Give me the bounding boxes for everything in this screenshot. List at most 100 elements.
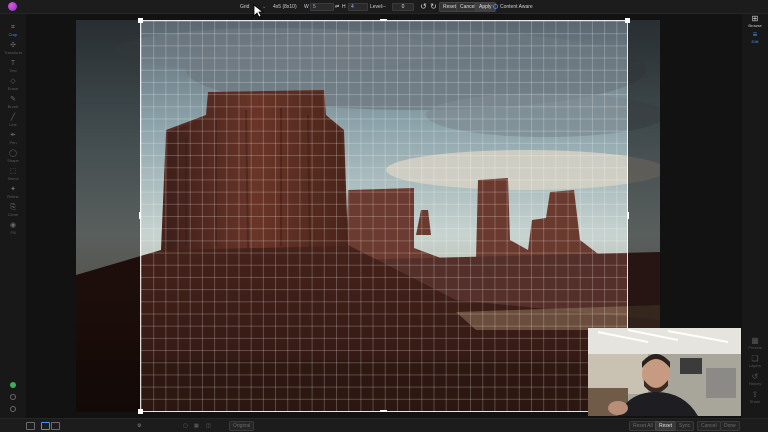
nav-edit-label: Edit [751, 39, 759, 44]
crop-handle-right[interactable] [627, 212, 629, 219]
aspect-ratio-dropdown[interactable]: 4x5 (8x10) [273, 3, 297, 11]
shape-icon: ◯ [9, 150, 17, 157]
rotate-right-icon[interactable]: ↻ [429, 2, 438, 11]
tool-line-label: Line [9, 122, 17, 127]
nav-presets[interactable]: ▦ Presets [742, 336, 768, 350]
status-indicator-icon [10, 382, 16, 388]
width-label: W [304, 4, 309, 10]
app-logo-icon [8, 2, 17, 11]
text-icon: T [10, 60, 16, 67]
content-aware-label: Content Aware [500, 4, 533, 10]
nav-presets-label: Presets [748, 345, 762, 350]
tool-select[interactable]: ⬚ Select [0, 168, 26, 181]
left-tool-sidebar: ⌗ Crop ✣ Transform T Text ◇ Erase ✎ Brus… [0, 14, 26, 418]
tool-erase[interactable]: ◇ Erase [0, 78, 26, 91]
nav-layers[interactable]: ❏ Layers [742, 354, 768, 368]
reset-all-button[interactable]: Reset All [629, 421, 657, 431]
crop-handle-top-right[interactable] [625, 18, 630, 23]
tool-transform-label: Transform [3, 50, 23, 55]
presets-icon: ▦ [751, 336, 759, 345]
top-toolbar: Grid ⌄ 4x5 (8x10) W 5 ⇄ H 4 Level ⊢ 0 ↺ … [0, 0, 768, 14]
clone-icon: ⎘ [10, 204, 16, 211]
tool-fill-label: Fill [10, 230, 16, 235]
history-icon: ↺ [751, 372, 759, 381]
original-button[interactable]: Original [229, 421, 255, 431]
level-label: Level [370, 4, 382, 10]
nav-layers-label: Layers [748, 363, 761, 368]
tool-line[interactable]: ╱ Line [0, 114, 26, 127]
share-icon: ⇪ [751, 390, 759, 399]
zoom-icon[interactable]: ⚙ [137, 422, 141, 430]
bottom-bar: ⚙ ▢ ▦ ◫ Original Reset All Reset Sync Ca… [0, 418, 768, 432]
grid-view-icon[interactable]: ▦ [194, 422, 199, 430]
rotate-left-icon[interactable]: ↺ [419, 2, 428, 11]
tool-refine-label: Refine [7, 194, 19, 199]
tool-refine[interactable]: ✦ Refine [0, 186, 26, 199]
fill-icon: ◉ [9, 222, 17, 229]
height-label: H [342, 4, 346, 10]
tool-shape[interactable]: ◯ Shape [0, 150, 26, 163]
right-sidebar: ⊞ Browse ≡ Edit ▦ Presets ❏ Layers ↺ His… [742, 14, 768, 418]
line-icon: ╱ [10, 114, 16, 121]
brush-icon: ✎ [10, 96, 16, 103]
layers-icon: ❏ [751, 354, 759, 363]
tool-brush[interactable]: ✎ Brush [0, 96, 26, 109]
nav-share-label: Share [749, 399, 761, 404]
crop-frame[interactable] [140, 20, 628, 412]
nav-edit[interactable]: ≡ Edit [742, 30, 768, 44]
tool-crop-label: Crop [8, 32, 18, 37]
content-aware-radio[interactable] [493, 4, 498, 9]
refine-icon: ✦ [10, 186, 16, 193]
grid-label: Grid [240, 4, 250, 10]
presenter-video [588, 328, 741, 416]
erase-icon: ◇ [10, 78, 16, 85]
tool-transform[interactable]: ✣ Transform [0, 42, 26, 55]
settings-icon[interactable] [10, 394, 16, 400]
tool-erase-label: Erase [7, 86, 19, 91]
level-field[interactable]: 0 [392, 3, 414, 11]
tool-text-label: Text [9, 68, 17, 73]
tool-clone[interactable]: ⎘ Clone [0, 204, 26, 217]
compare-view-icon[interactable] [51, 422, 60, 430]
mouse-cursor-icon [253, 4, 265, 18]
edit-icon: ≡ [752, 30, 758, 39]
nav-history[interactable]: ↺ History [742, 372, 768, 386]
fit-icon[interactable]: ▢ [183, 422, 188, 430]
tool-clone-label: Clone [7, 212, 19, 217]
cancel-bottom-button[interactable]: Cancel [697, 421, 721, 431]
tool-text[interactable]: T Text [0, 60, 26, 73]
info-icon[interactable]: ◫ [206, 422, 211, 430]
tool-shape-label: Shape [7, 158, 19, 163]
crop-handle-top-left[interactable] [138, 18, 143, 23]
nav-history-label: History [748, 381, 762, 386]
swap-dimensions-icon[interactable]: ⇄ [335, 3, 339, 11]
sync-button[interactable]: Sync [675, 421, 695, 431]
reset-bottom-button[interactable]: Reset [655, 421, 677, 431]
height-field[interactable]: 4 [348, 3, 368, 11]
nav-browse[interactable]: ⊞ Browse [742, 14, 768, 28]
tool-select-label: Select [7, 176, 19, 181]
webcam-overlay [588, 328, 741, 416]
crop-icon: ⌗ [11, 24, 15, 31]
pen-icon: ✒ [10, 132, 16, 139]
crop-handle-bottom[interactable] [380, 410, 387, 412]
filmstrip-view-icon[interactable] [41, 422, 50, 430]
nav-share[interactable]: ⇪ Share [742, 390, 768, 404]
tool-pen[interactable]: ✒ Pen [0, 132, 26, 145]
done-button[interactable]: Done [720, 421, 740, 431]
tool-crop[interactable]: ⌗ Crop [0, 24, 26, 37]
crop-outside-left [76, 20, 140, 412]
select-icon: ⬚ [9, 168, 17, 175]
transform-icon: ✣ [10, 42, 16, 49]
tool-brush-label: Brush [7, 104, 19, 109]
level-tool-icon[interactable]: ⊢ [382, 3, 386, 11]
tool-fill[interactable]: ◉ Fill [0, 222, 26, 235]
tool-pen-label: Pen [9, 140, 17, 145]
browse-icon: ⊞ [751, 14, 759, 23]
single-view-icon[interactable] [26, 422, 35, 430]
width-field[interactable]: 5 [310, 3, 334, 11]
crop-handle-top[interactable] [380, 19, 387, 21]
crop-handle-left[interactable] [139, 212, 141, 219]
help-icon[interactable] [10, 406, 16, 412]
crop-handle-bottom-left[interactable] [138, 409, 143, 414]
